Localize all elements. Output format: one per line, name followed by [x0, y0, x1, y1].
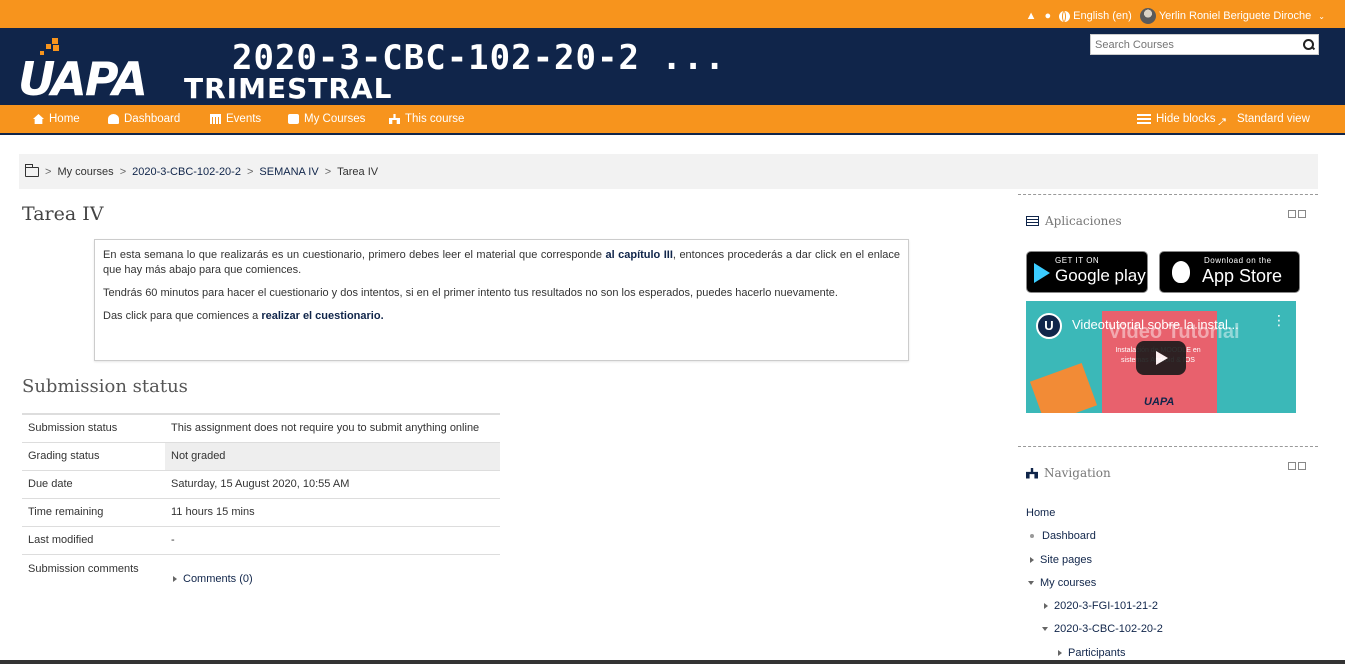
row-value: 11 hours 15 mins — [171, 506, 255, 518]
course-subtitle: TRIMESTRAL — [184, 72, 393, 105]
caret-right-icon — [1044, 603, 1048, 610]
row-label: Due date — [28, 478, 73, 490]
avatar — [1139, 8, 1156, 24]
nav-tree-participants[interactable]: Participants — [1058, 647, 1125, 659]
home-icon — [33, 114, 44, 124]
calendar-icon — [210, 114, 221, 124]
compress-icon — [1218, 118, 1226, 125]
uapa-logo[interactable]: UAPA — [18, 38, 168, 102]
collapse-icon[interactable] — [1288, 210, 1296, 218]
more-options-icon[interactable]: ⋮ — [1272, 313, 1286, 327]
messages-icon[interactable]: ● — [1044, 10, 1051, 22]
play-button[interactable] — [1136, 341, 1186, 375]
sitemap-icon — [1026, 467, 1038, 479]
intro-paragraph-2: Tendrás 60 minutos para hacer el cuestio… — [103, 287, 838, 299]
row-label: Grading status — [28, 450, 100, 462]
table-row: Due date Saturday, 15 August 2020, 10:55… — [22, 470, 500, 498]
row-label: Time remaining — [28, 506, 104, 518]
dashboard-icon — [108, 114, 119, 124]
channel-logo-icon: U — [1036, 313, 1062, 339]
caret-down-icon — [1028, 581, 1034, 586]
block-controls[interactable] — [1288, 462, 1306, 470]
folder-icon — [24, 163, 39, 177]
nav-dashboard[interactable]: Dashboard — [108, 113, 180, 125]
caret-right-icon — [1030, 557, 1034, 564]
breadcrumb-current: Tarea IV — [337, 165, 379, 178]
breadcrumb-course[interactable]: 2020-3-CBC-102-20-2 — [132, 166, 241, 178]
table-row: Submission comments Comments (0) — [22, 554, 500, 598]
nav-tree-course-fgi[interactable]: 2020-3-FGI-101-21-2 — [1044, 600, 1158, 612]
nav-home[interactable]: Home — [33, 113, 80, 125]
standard-view-button[interactable]: Standard view — [1218, 113, 1310, 125]
quiz-link[interactable]: realizar el cuestionario. — [261, 310, 383, 322]
chapter-reference: al capítulo III — [605, 249, 673, 261]
breadcrumb-my-courses[interactable]: My courses — [57, 166, 113, 178]
apps-icon — [1026, 216, 1039, 226]
search-box — [1090, 34, 1319, 55]
submission-status-table: Submission status This assignment does n… — [22, 413, 500, 598]
page-title: Tarea IV — [22, 203, 104, 225]
main-nav: Home Dashboard Events My Courses This co… — [0, 105, 1345, 135]
search-input[interactable] — [1091, 35, 1298, 54]
search-icon[interactable] — [1298, 35, 1318, 54]
assignment-intro: En esta semana lo que realizarás es un c… — [94, 239, 909, 361]
breadcrumb-section[interactable]: SEMANA IV — [259, 166, 318, 178]
nav-my-courses[interactable]: My Courses — [288, 113, 365, 125]
caret-right-icon — [1058, 650, 1062, 657]
sitemap-icon — [389, 114, 400, 124]
submission-status-title: Submission status — [22, 376, 188, 397]
caret-right-icon — [173, 575, 177, 582]
breadcrumb: > My courses > 2020-3-CBC-102-20-2 > SEM… — [19, 154, 1318, 189]
row-value: - — [171, 534, 175, 546]
comments-toggle[interactable]: Comments (0) — [173, 573, 253, 585]
nav-tree-dashboard[interactable]: Dashboard — [1030, 530, 1096, 542]
row-value: This assignment does not require you to … — [171, 422, 480, 435]
table-row: Grading status Not graded — [22, 442, 500, 470]
row-label: Submission status — [28, 422, 118, 435]
bottom-border — [0, 660, 1345, 664]
chevron-down-icon: ⌄ — [1318, 11, 1325, 21]
row-label: Last modified — [28, 534, 94, 546]
table-row: Last modified - — [22, 526, 500, 554]
nav-tree-course-cbc[interactable]: 2020-3-CBC-102-20-2 — [1042, 623, 1163, 635]
table-row: Time remaining 11 hours 15 mins — [22, 498, 500, 526]
table-row: Submission status This assignment does n… — [22, 414, 500, 442]
user-menu[interactable]: Yerlin Roniel Beriguete Diroche ⌄ — [1139, 8, 1325, 24]
top-bar: ▲ ● English (en) Yerlin Roniel Beriguete… — [0, 0, 1345, 28]
nav-tree-home[interactable]: Home — [1026, 507, 1055, 519]
video-tutorial-embed[interactable]: Video Tutorial Instalación de MOODLE en … — [1026, 301, 1296, 413]
nav-tree-site-pages[interactable]: Site pages — [1030, 554, 1092, 566]
list-icon — [1137, 114, 1151, 124]
google-play-button[interactable]: GET IT ON Google play — [1026, 251, 1148, 293]
collapse-icon[interactable] — [1288, 462, 1296, 470]
apple-icon — [1172, 261, 1190, 283]
intro-paragraph-3: Das click para que comiences a realizar … — [103, 310, 384, 322]
globe-icon — [1059, 10, 1071, 22]
intro-paragraph-1: En esta semana lo que realizarás es un c… — [103, 249, 901, 276]
site-header: UAPA 2020-3-CBC-102-20-2 ... TRIMESTRAL — [0, 28, 1345, 105]
nav-this-course[interactable]: This course — [389, 113, 464, 125]
caret-down-icon — [1042, 627, 1048, 632]
dock-icon[interactable] — [1298, 462, 1306, 470]
app-store-button[interactable]: Download on the App Store — [1159, 251, 1300, 293]
nav-events[interactable]: Events — [210, 113, 261, 125]
google-play-icon — [1034, 263, 1050, 283]
notifications-icon[interactable]: ▲ — [1026, 10, 1037, 22]
dock-icon[interactable] — [1298, 210, 1306, 218]
block-controls[interactable] — [1288, 210, 1306, 218]
row-label: Submission comments — [28, 562, 139, 575]
nav-tree-my-courses[interactable]: My courses — [1028, 577, 1096, 589]
row-value: Saturday, 15 August 2020, 10:55 AM — [171, 478, 350, 490]
row-value: Not graded — [165, 442, 500, 470]
bullet-icon — [1030, 534, 1034, 539]
hide-blocks-button[interactable]: Hide blocks — [1137, 113, 1215, 125]
language-menu[interactable]: English (en) — [1059, 10, 1132, 22]
briefcase-icon — [288, 114, 299, 124]
video-title[interactable]: Videotutorial sobre la instal... — [1072, 317, 1239, 332]
